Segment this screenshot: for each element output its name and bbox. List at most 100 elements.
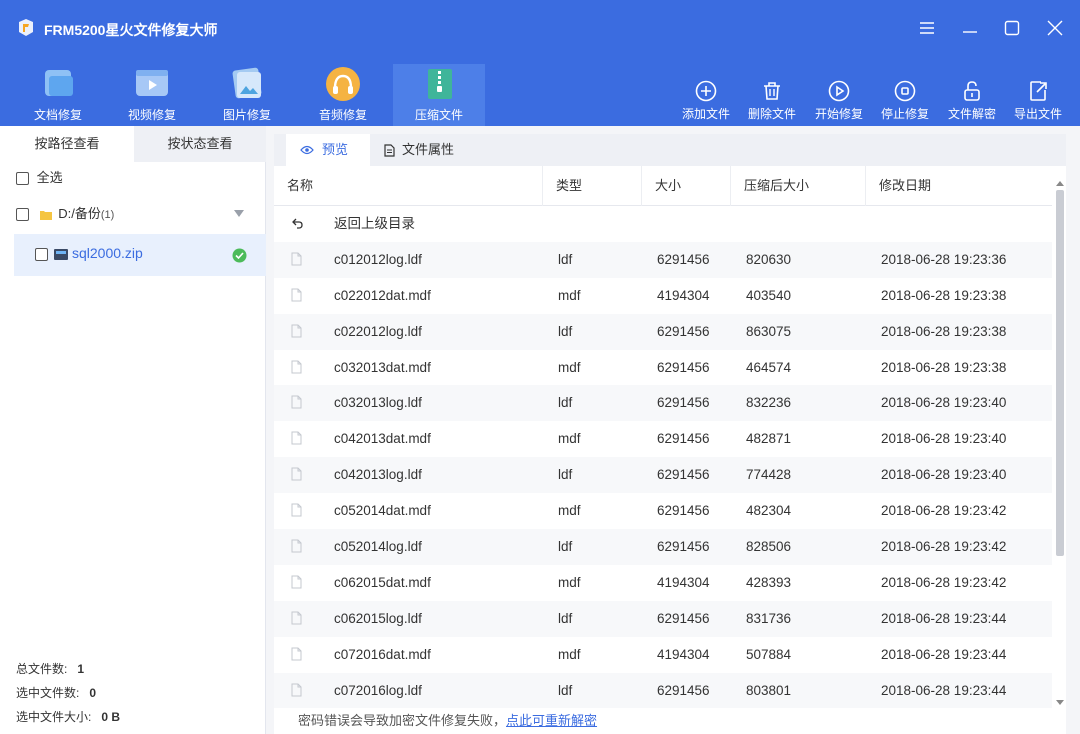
table-row[interactable]: c062015log.ldf ldf 6291456 831736 2018-06-28… — [274, 600, 1052, 637]
table-row[interactable]: c032013dat.mdf mdf 6291456 464574 2018-06-28… — [274, 350, 1052, 386]
checkbox[interactable] — [16, 208, 29, 222]
cell-size: 4194304 — [657, 287, 710, 303]
cell-compressed-size: 774428 — [746, 467, 792, 483]
nav-tab-document[interactable]: 文档修复 — [12, 64, 104, 126]
cell-type: ldf — [558, 251, 573, 267]
nav-tab-audio[interactable]: 音频修复 — [297, 64, 389, 126]
cell-compressed-size: 832236 — [746, 395, 792, 411]
table-row[interactable]: c042013log.ldf ldf 6291456 774428 2018-06-28… — [274, 457, 1052, 494]
select-all-checkbox[interactable]: 全选 — [16, 168, 63, 188]
stat-value: 1 — [77, 662, 85, 676]
checkbox[interactable] — [16, 172, 29, 186]
maximize-icon — [1004, 20, 1020, 36]
tab-by-status[interactable]: 按状态查看 — [134, 126, 266, 162]
table-row[interactable]: c032013log.ldf ldf 6291456 832236 2018-06-28… — [274, 385, 1052, 422]
stat-total-files: 总文件数: 1 — [16, 660, 84, 677]
column-header-name[interactable]: 名称 — [274, 166, 543, 206]
stat-label: 选中文件数: — [16, 686, 80, 700]
checkbox[interactable] — [35, 248, 48, 261]
vertical-scrollbar[interactable] — [1054, 174, 1066, 710]
cell-name: c072016log.ldf — [334, 682, 422, 698]
column-header-compressed-size[interactable]: 压缩后大小 — [731, 166, 866, 206]
scroll-up-icon[interactable] — [1056, 180, 1064, 186]
minimize-icon — [963, 31, 977, 33]
cell-type: ldf — [558, 395, 573, 411]
tab-by-path[interactable]: 按路径查看 — [0, 126, 134, 162]
back-arrow-icon — [292, 218, 303, 229]
cell-name: c052014dat.mdf — [334, 503, 431, 519]
cell-type: ldf — [558, 682, 573, 698]
cell-compressed-size: 863075 — [746, 323, 792, 339]
minimize-button[interactable] — [958, 16, 982, 40]
cell-name: c072016dat.mdf — [334, 646, 431, 662]
table-row[interactable]: c022012dat.mdf mdf 4194304 403540 2018-06-28… — [274, 278, 1052, 314]
table-row[interactable]: c012012log.ldf ldf 6291456 820630 2018-06-28… — [274, 241, 1052, 278]
cell-modified-date: 2018-06-28 19:23:38 — [881, 323, 1007, 339]
folder-icon — [39, 210, 52, 220]
file-icon — [291, 324, 302, 338]
tab-label: 文件属性 — [402, 142, 455, 157]
cell-modified-date: 2018-06-28 19:23:42 — [881, 539, 1007, 555]
tree-folder[interactable]: D:/备份(1) — [16, 204, 256, 224]
toolbar-label: 文件解密 — [947, 107, 996, 121]
stat-selected-files: 选中文件数: 0 — [16, 684, 96, 701]
table-row[interactable]: c072016dat.mdf mdf 4194304 507884 2018-06-28… — [274, 637, 1052, 673]
back-row[interactable]: 返回上级目录 — [274, 206, 1052, 242]
table-row[interactable]: c072016log.ldf ldf 6291456 803801 2018-06-28… — [274, 672, 1052, 709]
table-row[interactable]: c052014dat.mdf mdf 6291456 482304 2018-06-28… — [274, 493, 1052, 529]
delete-file-button[interactable]: 删除文件 — [740, 80, 804, 124]
toolbar-label: 开始修复 — [814, 107, 863, 121]
menu-button[interactable] — [915, 16, 939, 40]
table-header: 名称 类型 大小 压缩后大小 修改日期 — [274, 166, 1052, 206]
scroll-down-icon[interactable] — [1056, 700, 1064, 706]
table-row[interactable]: c022012log.ldf ldf 6291456 863075 2018-06-28… — [274, 313, 1052, 350]
cell-compressed-size: 482871 — [746, 431, 792, 447]
add-file-button[interactable]: 添加文件 — [674, 80, 738, 124]
start-repair-button[interactable]: 开始修复 — [807, 80, 871, 124]
cell-size: 6291456 — [657, 610, 710, 626]
chevron-down-icon[interactable] — [234, 210, 244, 218]
plus-circle-icon — [695, 80, 717, 102]
table-row[interactable]: c052014log.ldf ldf 6291456 828506 2018-06-28… — [274, 529, 1052, 565]
export-file-button[interactable]: 导出文件 — [1006, 80, 1070, 124]
column-header-size[interactable]: 大小 — [642, 166, 731, 206]
hamburger-menu-icon — [920, 22, 934, 34]
cell-modified-date: 2018-06-28 19:23:44 — [881, 682, 1007, 698]
table-row[interactable]: c062015dat.mdf mdf 4194304 428393 2018-06-28… — [274, 565, 1052, 601]
cell-type: mdf — [558, 646, 581, 662]
scrollbar-thumb[interactable] — [1056, 190, 1064, 556]
redecrypt-link[interactable]: 点此可重新解密 — [506, 713, 597, 728]
close-button[interactable] — [1043, 16, 1067, 40]
cell-modified-date: 2018-06-28 19:23:38 — [881, 287, 1007, 303]
cell-type: mdf — [558, 431, 581, 447]
cell-type: mdf — [558, 574, 581, 590]
image-icon — [232, 67, 262, 99]
tab-preview[interactable]: 预览 — [286, 134, 370, 166]
nav-tab-label: 压缩文件 — [414, 108, 463, 122]
cell-size: 6291456 — [657, 395, 710, 411]
decrypt-file-button[interactable]: 文件解密 — [940, 80, 1004, 124]
right-panel: 预览 文件属性 名称 类型 大小 压缩后大小 修改日期 返回上级目录 c0120… — [266, 126, 1080, 734]
cell-name: c062015dat.mdf — [334, 574, 431, 590]
nav-tab-video[interactable]: 视频修复 — [106, 64, 198, 126]
tree-file-selected[interactable]: sql2000.zip — [14, 234, 266, 276]
stop-repair-button[interactable]: 停止修复 — [873, 80, 937, 124]
cell-name: c022012dat.mdf — [334, 287, 431, 303]
select-all-label: 全选 — [36, 170, 63, 185]
nav-tab-image[interactable]: 图片修复 — [201, 64, 293, 126]
file-icon — [291, 360, 302, 374]
status-bar: 密码错误会导致加密文件修复失败，点此可重新解密 — [274, 708, 1066, 734]
cell-compressed-size: 820630 — [746, 251, 792, 267]
maximize-button[interactable] — [1000, 16, 1024, 40]
tab-file-properties[interactable]: 文件属性 — [378, 134, 478, 166]
column-header-modified-date[interactable]: 修改日期 — [866, 166, 1052, 206]
back-label: 返回上级目录 — [334, 216, 415, 231]
cell-compressed-size: 828506 — [746, 539, 792, 555]
table-row[interactable]: c042013dat.mdf mdf 6291456 482871 2018-06-28… — [274, 421, 1052, 457]
column-header-type[interactable]: 类型 — [543, 166, 642, 206]
zip-file-icon — [54, 249, 68, 260]
toolbar-label: 停止修复 — [880, 107, 929, 121]
document-folder-icon — [45, 70, 73, 96]
file-list-panel: 预览 文件属性 名称 类型 大小 压缩后大小 修改日期 返回上级目录 c0120… — [274, 134, 1066, 734]
nav-tab-archive[interactable]: 压缩文件 — [393, 64, 485, 126]
